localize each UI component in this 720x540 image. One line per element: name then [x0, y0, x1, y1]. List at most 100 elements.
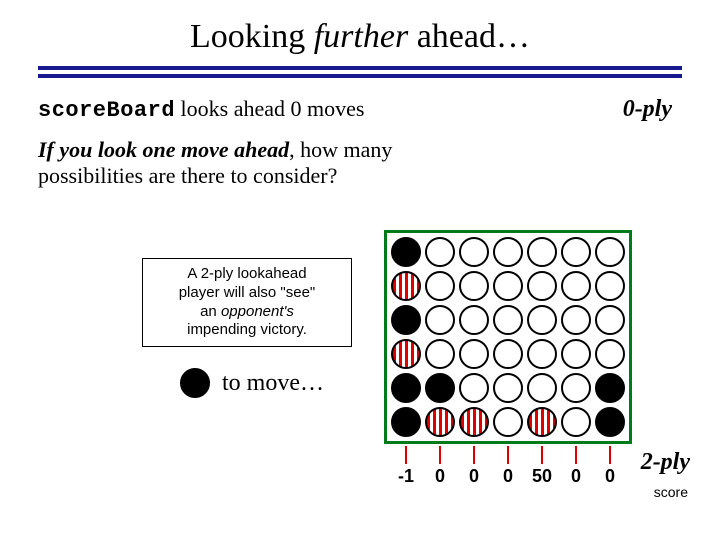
board-cell: [491, 303, 525, 337]
tick: [439, 446, 441, 464]
board-cell: [491, 269, 525, 303]
empty-disc: [595, 339, 625, 369]
note-line-4: impending victory.: [153, 321, 341, 340]
board-cell: [491, 337, 525, 371]
code-scoreboard: scoreBoard: [38, 98, 175, 123]
empty-disc: [459, 237, 489, 267]
empty-disc: [595, 305, 625, 335]
title-suffix: ahead…: [408, 18, 530, 55]
title-emph: further: [314, 18, 408, 55]
tick: [473, 446, 475, 464]
column-score: 0: [559, 466, 593, 487]
board-region: -10005000: [384, 230, 632, 487]
board-cell: [525, 337, 559, 371]
page-title: Looking further ahead…: [0, 0, 720, 64]
board-cell: [491, 405, 525, 439]
board-cell: [559, 303, 593, 337]
title-prefix: Looking: [190, 18, 314, 55]
black-disc: [391, 407, 421, 437]
scoreboard-row: scoreBoard looks ahead 0 moves 0-ply: [0, 84, 720, 123]
empty-disc: [527, 237, 557, 267]
column-score: 0: [491, 466, 525, 487]
empty-disc: [459, 271, 489, 301]
column-scores: -10005000: [389, 466, 632, 487]
board-cell: [593, 235, 627, 269]
tick: [609, 446, 611, 464]
empty-disc: [493, 373, 523, 403]
empty-disc: [493, 407, 523, 437]
red-disc: [425, 407, 455, 437]
board-cell: [423, 303, 457, 337]
empty-disc: [493, 271, 523, 301]
board-cell: [423, 337, 457, 371]
empty-disc: [561, 305, 591, 335]
note-box: A 2-ply lookahead player will also "see"…: [142, 258, 352, 347]
board-cell: [525, 371, 559, 405]
empty-disc: [459, 305, 489, 335]
red-disc: [527, 407, 557, 437]
black-disc: [391, 305, 421, 335]
board-cell: [423, 235, 457, 269]
empty-disc: [425, 339, 455, 369]
empty-disc: [493, 237, 523, 267]
empty-disc: [595, 271, 625, 301]
empty-disc: [561, 271, 591, 301]
empty-disc: [425, 237, 455, 267]
red-disc: [391, 339, 421, 369]
question-lead: If you look one move ahead: [38, 137, 289, 162]
tick: [405, 446, 407, 464]
question-text: If you look one move ahead, how many pos…: [0, 123, 420, 190]
red-disc: [391, 271, 421, 301]
column-score: 50: [525, 466, 559, 487]
column-score: 0: [423, 466, 457, 487]
board-cell: [559, 235, 593, 269]
note-opponent: opponent's: [221, 303, 294, 320]
black-disc: [595, 373, 625, 403]
zero-ply-label: 0-ply: [623, 96, 672, 123]
empty-disc: [493, 339, 523, 369]
black-disc: [425, 373, 455, 403]
empty-disc: [561, 407, 591, 437]
board-cell: [525, 269, 559, 303]
tick: [541, 446, 543, 464]
board-cell: [389, 371, 423, 405]
board-cell: [491, 371, 525, 405]
empty-disc: [425, 305, 455, 335]
board-cell: [593, 337, 627, 371]
to-move-label: to move…: [222, 370, 324, 397]
board-cell: [593, 405, 627, 439]
empty-disc: [527, 373, 557, 403]
empty-disc: [527, 305, 557, 335]
note-line-3: an opponent's: [153, 303, 341, 322]
empty-disc: [527, 271, 557, 301]
black-chip-icon: [180, 368, 210, 398]
black-disc: [391, 237, 421, 267]
board-cell: [593, 303, 627, 337]
column-score: -1: [389, 466, 423, 487]
empty-disc: [459, 373, 489, 403]
connect4-board: [384, 230, 632, 444]
scoreboard-text: scoreBoard looks ahead 0 moves: [38, 96, 364, 123]
board-cell: [525, 235, 559, 269]
board-cell: [457, 371, 491, 405]
board-cell: [423, 371, 457, 405]
board-cell: [457, 269, 491, 303]
empty-disc: [561, 237, 591, 267]
board-cell: [389, 303, 423, 337]
empty-disc: [527, 339, 557, 369]
board-cell: [525, 303, 559, 337]
board-cell: [457, 303, 491, 337]
board-cell: [389, 235, 423, 269]
board-cell: [389, 337, 423, 371]
board-cell: [457, 235, 491, 269]
board-cell: [559, 337, 593, 371]
empty-disc: [459, 339, 489, 369]
two-ply-label: 2-ply: [641, 449, 690, 476]
tick: [507, 446, 509, 464]
board-cell: [559, 371, 593, 405]
board-cell: [491, 235, 525, 269]
empty-disc: [425, 271, 455, 301]
board-cell: [389, 405, 423, 439]
red-disc: [459, 407, 489, 437]
board-cell: [525, 405, 559, 439]
